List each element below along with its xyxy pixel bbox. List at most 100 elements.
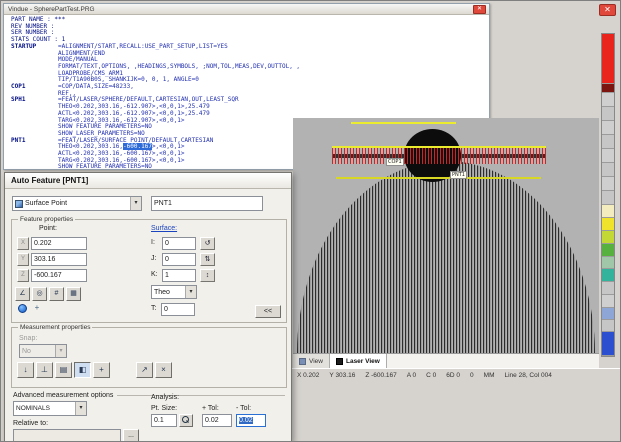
z-axis-toggle[interactable]: Z <box>17 269 29 282</box>
close-button[interactable]: ✕ <box>599 4 616 16</box>
chevron-down-icon: ▾ <box>130 197 141 210</box>
region-tool-icon[interactable]: ◧ <box>74 362 91 378</box>
delete-path-tool-icon[interactable]: × <box>155 362 172 378</box>
t-label: T: <box>151 305 156 312</box>
chevron-down-icon: ▾ <box>55 345 66 357</box>
chevron-down-icon: ▾ <box>185 286 196 298</box>
single-point-tool-icon[interactable]: ↓ <box>17 362 34 378</box>
snap-label: Snap: <box>19 335 37 342</box>
edit-close-button[interactable]: ✕ <box>473 5 486 14</box>
vector-swap-icon[interactable]: ⇅ <box>200 253 215 266</box>
browse-button[interactable]: ... <box>123 429 139 442</box>
color-scale-segment <box>602 269 614 282</box>
laser-view-tab-icon <box>336 358 343 365</box>
pattern-tool-icon[interactable]: ▦ <box>66 287 81 301</box>
status-field: C 0 <box>426 372 436 379</box>
pt-size-label: Pt. Size: <box>151 405 177 412</box>
status-bar: X 0.202Y 303.16Z -600.167A 0C 06D 00MMLi… <box>292 368 621 381</box>
x-coordinate-input[interactable]: 0.202 <box>31 237 87 250</box>
y-coordinate-input[interactable]: 303.16 <box>31 253 87 266</box>
snap-dropdown: No ▾ <box>19 344 67 358</box>
scanline-upper <box>351 122 456 124</box>
color-scale-segment <box>602 308 614 320</box>
j-label: J: <box>151 255 156 262</box>
measurement-tools: ↓⊥▤◧+ ↗× <box>17 362 172 378</box>
relative-to-input[interactable] <box>13 429 121 442</box>
feature-type-value: Surface Point <box>25 200 67 207</box>
pnt1-feature-label: PNT1 <box>450 171 467 179</box>
tab-label: Laser View <box>346 358 380 365</box>
scanline-lower <box>336 177 541 179</box>
chevron-down-icon: ▾ <box>75 402 86 415</box>
surface-point-icon <box>15 200 23 208</box>
tab-view[interactable]: View <box>293 354 330 368</box>
i-vector-input[interactable]: 0 <box>162 237 196 250</box>
color-scale-segment <box>602 149 614 163</box>
color-scale-segment <box>602 191 614 205</box>
feature-type-dropdown[interactable]: Surface Point ▾ <box>12 196 142 211</box>
code-line: COP1=COP/DATA,SIZE=48233, <box>11 84 489 91</box>
grid-tool-icon[interactable]: # <box>49 287 64 301</box>
feature-name-input[interactable]: PNT1 <box>151 196 263 211</box>
blue-target-icon[interactable] <box>18 304 27 313</box>
color-scale-segment <box>602 218 614 231</box>
nominals-dropdown[interactable]: NOMINALS ▾ <box>13 401 87 416</box>
status-field: X 0.202 <box>297 372 319 379</box>
color-scale-segment <box>602 93 614 107</box>
plus-tol-label: + Tol: <box>202 405 219 412</box>
auto-feature-dialog: Auto Feature [PNT1] Surface Point ▾ PNT1… <box>4 172 292 442</box>
theo-mode-dropdown[interactable]: Theo ▾ <box>151 285 197 299</box>
k-vector-input[interactable]: 1 <box>162 269 196 282</box>
tab-laser-view[interactable]: Laser View <box>330 354 387 368</box>
status-field: A 0 <box>407 372 416 379</box>
vector-flip-icon[interactable]: ↕ <box>200 269 215 282</box>
color-scale-segment <box>602 84 614 93</box>
cop1-feature-label: COP1 <box>386 158 404 166</box>
vector-reset-icon[interactable]: ↺ <box>200 237 215 250</box>
jump-tool-icon[interactable]: ↗ <box>136 362 153 378</box>
analysis-label: Analysis: <box>151 394 179 401</box>
pt-size-input[interactable]: 0.1 <box>151 414 177 427</box>
pointcloud-dome <box>297 161 595 353</box>
color-scale-segment <box>602 320 614 332</box>
minus-tol-label: - Tol: <box>236 405 251 412</box>
status-field: 0 <box>470 372 474 379</box>
z-coordinate-input[interactable]: -600.167 <box>31 269 87 282</box>
advanced-options-label: Advanced measurement options <box>13 392 113 399</box>
snap-value: No <box>22 348 31 355</box>
x-axis-toggle[interactable]: X <box>17 237 29 250</box>
target-tool-icon[interactable]: ◎ <box>32 287 47 301</box>
status-field: MM <box>484 372 495 379</box>
feature-properties-label: Feature properties <box>18 216 75 224</box>
crosshair-icon[interactable]: + <box>32 303 42 313</box>
laser-view-panel[interactable]: COP1 PNT1 View Laser View <box>293 118 599 368</box>
status-field: Line 28, Col 004 <box>505 372 552 379</box>
point-tools: ∠◎#▦ <box>15 287 81 301</box>
y-axis-toggle[interactable]: Y <box>17 253 29 266</box>
divider <box>117 395 285 396</box>
color-scale-segment <box>602 282 614 295</box>
dialog-title: Auto Feature [PNT1] <box>5 173 291 189</box>
perpendicular-tool-icon[interactable]: ⊥ <box>36 362 53 378</box>
minus-tol-input[interactable]: 0.02 <box>236 414 266 427</box>
color-scale-segment <box>602 205 614 218</box>
color-scale-segment <box>602 244 614 257</box>
status-field: 6D 0 <box>446 372 460 379</box>
collapse-button[interactable]: << <box>255 305 281 318</box>
color-scale-segment <box>602 135 614 149</box>
code-line: PART NAME : *** <box>11 17 489 24</box>
color-scale-segment <box>602 257 614 269</box>
laser-scan-band <box>332 148 546 164</box>
surface-label: Surface: <box>151 225 177 232</box>
j-vector-input[interactable]: 0 <box>162 253 196 266</box>
plus-tol-input[interactable]: 0.02 <box>202 414 232 427</box>
add-path-tool-icon[interactable]: + <box>93 362 110 378</box>
color-scale-segment <box>602 231 614 244</box>
t-value-input[interactable]: 0 <box>161 303 195 316</box>
selected-text: 0.02 <box>239 417 253 424</box>
color-scale-segment <box>602 107 614 121</box>
analysis-zoom-button[interactable] <box>179 414 193 427</box>
angle-tool-icon[interactable]: ∠ <box>15 287 30 301</box>
scan-lines-tool-icon[interactable]: ▤ <box>55 362 72 378</box>
status-field: Z -600.167 <box>365 372 396 379</box>
